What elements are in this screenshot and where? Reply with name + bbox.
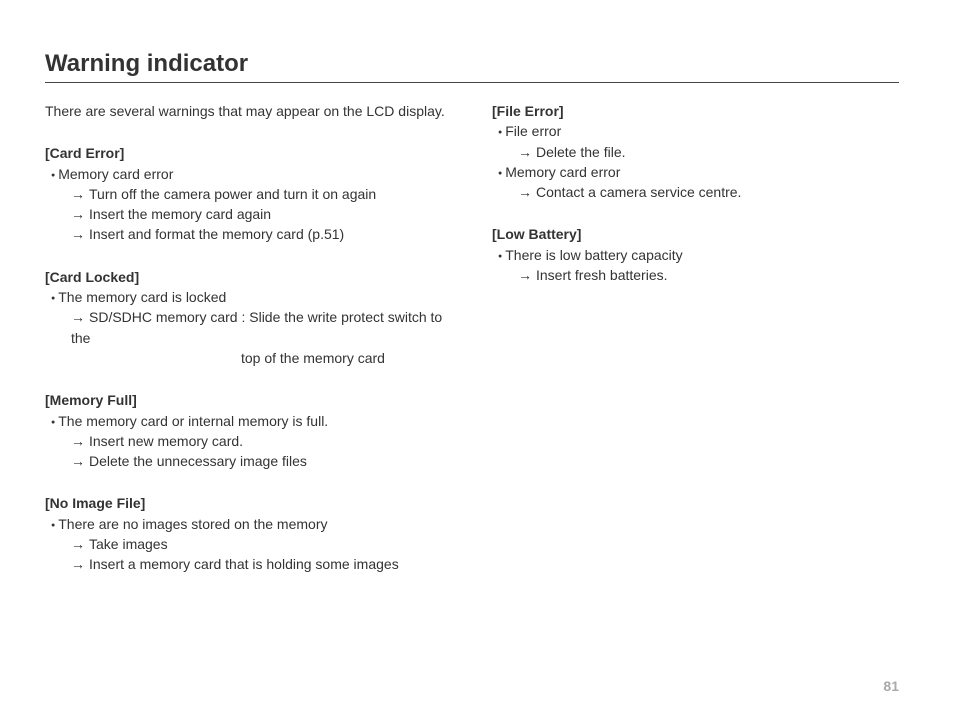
- arrow-item: Insert the memory card again: [45, 204, 452, 224]
- arrow-item: SD/SDHC memory card : Slide the write pr…: [45, 307, 452, 348]
- intro-text: There are several warnings that may appe…: [45, 101, 452, 121]
- bullet-text: There are no images stored on the memory: [58, 516, 327, 532]
- arrow-icon: [71, 206, 89, 222]
- arrow-item: Insert fresh batteries.: [492, 265, 899, 285]
- arrow-icon: [71, 556, 89, 572]
- arrow-icon: [71, 226, 89, 242]
- arrow-icon: [71, 433, 89, 449]
- arrow-icon: [71, 453, 89, 469]
- heading-memory-full: [Memory Full]: [45, 390, 452, 410]
- bullet-text: Memory card error: [505, 164, 620, 180]
- bullet-item: File error: [492, 121, 899, 141]
- arrow-item: Turn off the camera power and turn it on…: [45, 184, 452, 204]
- title-rule: [45, 82, 899, 83]
- arrow-text: Insert and format the memory card (p.51): [89, 226, 344, 242]
- arrow-text: Turn off the camera power and turn it on…: [89, 186, 376, 202]
- bullet-text: The memory card is locked: [58, 289, 226, 305]
- arrow-text: Delete the file.: [536, 144, 626, 160]
- arrow-item-continuation: top of the memory card: [45, 348, 452, 368]
- arrow-text: Insert new memory card.: [89, 433, 243, 449]
- section-card-error: [Card Error] Memory card error Turn off …: [45, 143, 452, 244]
- arrow-item: Insert a memory card that is holding som…: [45, 554, 452, 574]
- bullet-text: Memory card error: [58, 166, 173, 182]
- bullet-item: There is low battery capacity: [492, 245, 899, 265]
- section-card-locked: [Card Locked] The memory card is locked …: [45, 267, 452, 368]
- arrow-text: Insert fresh batteries.: [536, 267, 668, 283]
- arrow-text: Contact a camera service centre.: [536, 184, 741, 200]
- arrow-text: Insert a memory card that is holding som…: [89, 556, 399, 572]
- page-number: 81: [883, 678, 899, 694]
- arrow-icon: [518, 144, 536, 160]
- heading-card-locked: [Card Locked]: [45, 267, 452, 287]
- left-column: There are several warnings that may appe…: [45, 101, 452, 575]
- section-file-error: [File Error] File error Delete the file.…: [492, 101, 899, 202]
- arrow-text: Insert the memory card again: [89, 206, 271, 222]
- arrow-text: Delete the unnecessary image files: [89, 453, 307, 469]
- bullet-item: Memory card error: [492, 162, 899, 182]
- heading-low-battery: [Low Battery]: [492, 224, 899, 244]
- arrow-text: SD/SDHC memory card : Slide the write pr…: [71, 309, 442, 345]
- bullet-item: Memory card error: [45, 164, 452, 184]
- arrow-item: Contact a camera service centre.: [492, 182, 899, 202]
- heading-card-error: [Card Error]: [45, 143, 452, 163]
- heading-file-error: [File Error]: [492, 101, 899, 121]
- bullet-item: There are no images stored on the memory: [45, 514, 452, 534]
- arrow-icon: [518, 267, 536, 283]
- bullet-text: There is low battery capacity: [505, 247, 682, 263]
- bullet-item: The memory card is locked: [45, 287, 452, 307]
- arrow-item: Delete the file.: [492, 142, 899, 162]
- arrow-item: Insert new memory card.: [45, 431, 452, 451]
- page-title: Warning indicator: [45, 50, 899, 78]
- arrow-item: Delete the unnecessary image files: [45, 451, 452, 471]
- arrow-icon: [71, 309, 89, 325]
- bullet-text: The memory card or internal memory is fu…: [58, 413, 328, 429]
- section-memory-full: [Memory Full] The memory card or interna…: [45, 390, 452, 471]
- bullet-item: The memory card or internal memory is fu…: [45, 411, 452, 431]
- arrow-icon: [71, 536, 89, 552]
- manual-page: Warning indicator There are several warn…: [0, 0, 954, 720]
- section-no-image-file: [No Image File] There are no images stor…: [45, 493, 452, 574]
- arrow-icon: [518, 184, 536, 200]
- bullet-text: File error: [505, 123, 561, 139]
- arrow-icon: [71, 186, 89, 202]
- heading-no-image-file: [No Image File]: [45, 493, 452, 513]
- arrow-item: Insert and format the memory card (p.51): [45, 224, 452, 244]
- arrow-item: Take images: [45, 534, 452, 554]
- right-column: [File Error] File error Delete the file.…: [492, 101, 899, 575]
- content-columns: There are several warnings that may appe…: [45, 101, 899, 575]
- arrow-text: Take images: [89, 536, 168, 552]
- section-low-battery: [Low Battery] There is low battery capac…: [492, 224, 899, 285]
